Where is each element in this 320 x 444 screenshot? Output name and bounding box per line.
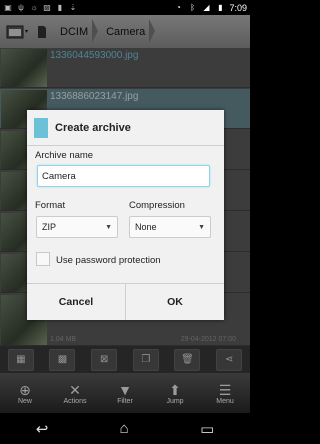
compression-select[interactable]: None ▼ bbox=[129, 216, 211, 238]
password-label[interactable]: Use password protection bbox=[56, 255, 161, 266]
home-icon[interactable]: ⌂ bbox=[120, 420, 129, 437]
dialog-header: Create archive bbox=[27, 110, 224, 146]
back-icon[interactable]: ↩ bbox=[36, 420, 49, 438]
dropdown-icon: ▼ bbox=[105, 223, 112, 231]
archive-icon bbox=[34, 117, 48, 138]
debug-icon: ☼ bbox=[30, 3, 38, 12]
create-archive-dialog: Create archive Archive name Camera Forma… bbox=[27, 110, 224, 320]
compression-value: None bbox=[135, 222, 157, 232]
battery-icon: ▮ bbox=[218, 3, 223, 12]
dialog-title: Create archive bbox=[55, 121, 131, 134]
dialog-buttons: Cancel OK bbox=[27, 283, 224, 320]
photo-icon: ▣ bbox=[4, 3, 12, 12]
cancel-button[interactable]: Cancel bbox=[27, 284, 125, 320]
format-value: ZIP bbox=[42, 222, 57, 232]
signal-icon: ◢ bbox=[203, 3, 210, 12]
download-icon: ⇣ bbox=[69, 3, 77, 12]
dropdown-icon: ▼ bbox=[198, 223, 205, 231]
image-icon: ▨ bbox=[43, 3, 51, 12]
password-checkbox[interactable] bbox=[36, 252, 50, 266]
navigation-bar: ↩ ⌂ ▭ bbox=[0, 413, 250, 444]
compression-label: Compression bbox=[129, 200, 185, 211]
status-bar: ▣ ψ ☼ ▨ ▮ ⇣ ◔ ᛒ ◢ ▮ 7:09 bbox=[0, 0, 250, 15]
archive-name-label: Archive name bbox=[35, 150, 94, 161]
status-time: 7:09 bbox=[229, 2, 247, 13]
bluetooth-icon: ᛒ bbox=[190, 3, 195, 12]
recent-apps-icon[interactable]: ▭ bbox=[200, 420, 214, 438]
usb-icon: ψ bbox=[18, 3, 24, 12]
format-select[interactable]: ZIP ▼ bbox=[36, 216, 118, 238]
archive-name-input[interactable]: Camera bbox=[37, 165, 210, 187]
sd-card-icon: ▮ bbox=[57, 3, 63, 12]
format-label: Format bbox=[35, 200, 66, 211]
ok-button[interactable]: OK bbox=[125, 284, 224, 320]
wifi-icon: ◔ bbox=[176, 3, 181, 12]
